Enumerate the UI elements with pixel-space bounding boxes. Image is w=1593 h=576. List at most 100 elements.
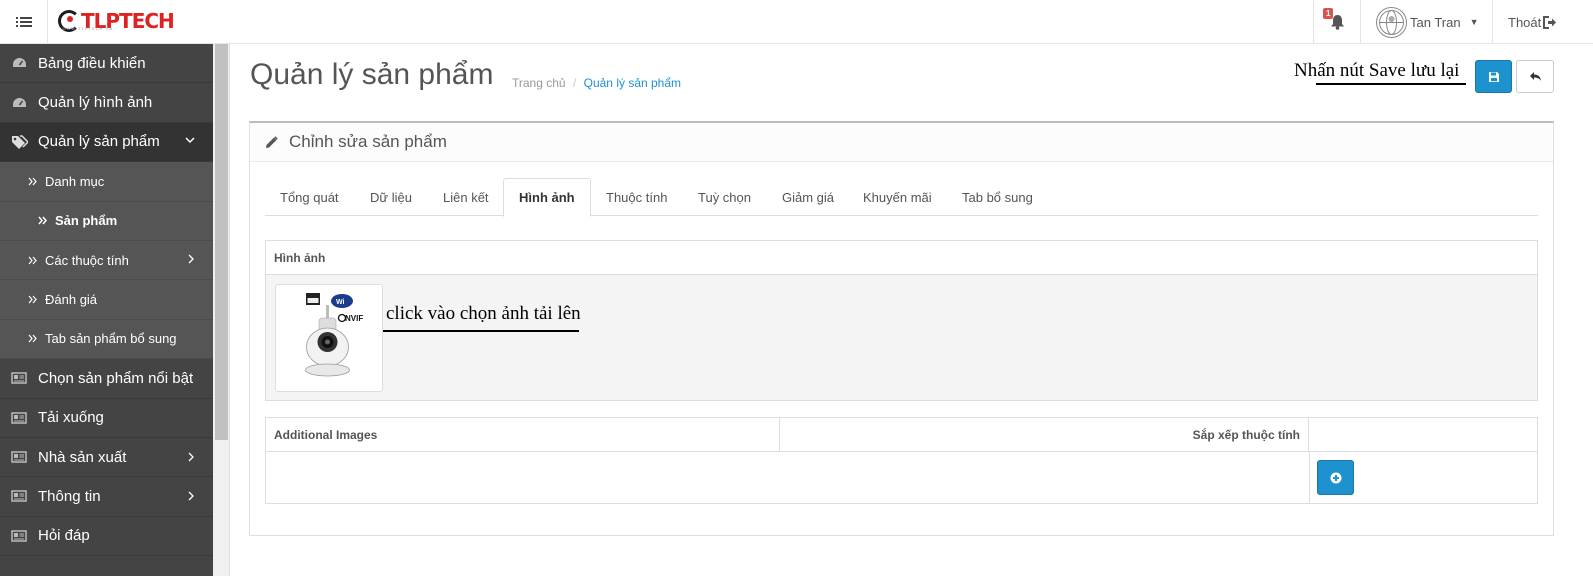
newspaper-icon xyxy=(11,451,27,463)
svg-text:Wi: Wi xyxy=(336,299,345,306)
menu-toggle-button[interactable] xyxy=(0,0,48,44)
notification-badge: 1 xyxy=(1323,8,1334,19)
sidebar-subitem-label: Tab sản phẩm bổ sung xyxy=(45,331,177,347)
image-table: Hình ảnh Wi NVIF click vào chọn ảnh tải … xyxy=(265,240,1538,401)
sidebar-subitem-label: Đánh giá xyxy=(45,292,98,308)
logo-subtext: WWW.TLPTECH.VN xyxy=(62,26,114,31)
sidebar-item-featured[interactable]: Chọn sản phẩm nổi bật xyxy=(0,359,213,399)
breadcrumb-current[interactable]: Quản lý sản phẩm xyxy=(584,76,681,90)
edit-product-panel: Chỉnh sửa sản phẩm Tổng quát Dữ liệu Liê… xyxy=(249,121,1554,536)
sidebar-item-label: Thông tin xyxy=(38,487,101,505)
page-title: Quản lý sản phẩm xyxy=(250,58,494,91)
sidebar-item-label: Quản lý sản phẩm xyxy=(38,133,160,151)
user-menu[interactable]: Tan Tran ▼ xyxy=(1360,0,1492,44)
tab-attributes[interactable]: Thuộc tính xyxy=(591,178,682,216)
logo[interactable]: TLPTECH xyxy=(58,6,175,36)
sidebar-subitem-label: Các thuộc tính xyxy=(45,252,129,268)
annotation-click-hint: click vào chọn ảnh tải lên xyxy=(386,303,581,324)
sidebar-item-images[interactable]: Quản lý hình ảnh xyxy=(0,83,213,123)
plus-circle-icon xyxy=(1330,472,1341,483)
sidebar-item-manufacturers[interactable]: Nhà sản xuất xyxy=(0,438,213,478)
chevron-right-icon xyxy=(188,452,194,462)
tab-options[interactable]: Tuỳ chọn xyxy=(683,178,766,216)
sidebar-subitem-attributes[interactable]: Các thuộc tính xyxy=(0,240,213,281)
svg-text:NVIF: NVIF xyxy=(345,314,363,323)
annotation-underline xyxy=(383,330,579,332)
double-chevron-right-icon xyxy=(28,256,37,265)
logout-button[interactable]: Thoát xyxy=(1492,0,1593,44)
sidebar-scrollbar[interactable] xyxy=(213,44,230,576)
sidebar-item-downloads[interactable]: Tải xuống xyxy=(0,399,213,438)
tab-links[interactable]: Liên kết xyxy=(428,178,504,216)
sidebar-subitem-reviews[interactable]: Đánh giá xyxy=(0,280,213,320)
sidebar-item-products[interactable]: Quản lý sản phẩm xyxy=(0,122,213,163)
column-divider xyxy=(1309,452,1310,504)
scrollbar-thumb[interactable] xyxy=(215,44,228,440)
back-button[interactable] xyxy=(1516,60,1554,93)
sidebar-item-faq[interactable]: Hỏi đáp xyxy=(0,517,213,557)
sidebar-subitem-extra-tabs[interactable]: Tab sản phẩm bổ sung xyxy=(0,319,213,360)
additional-images-table: Additional Images Sắp xếp thuộc tính xyxy=(265,417,1538,504)
sidebar-item-dashboard[interactable]: Bảng điều khiển xyxy=(0,44,213,84)
additional-images-header-row: Additional Images Sắp xếp thuộc tính xyxy=(266,418,1537,452)
save-button[interactable] xyxy=(1475,60,1512,93)
newspaper-icon xyxy=(11,411,27,424)
chevron-right-icon xyxy=(188,254,194,264)
sidebar-subitem-label: Danh mục xyxy=(45,173,105,189)
additional-images-body xyxy=(266,452,1537,504)
add-image-button[interactable] xyxy=(1317,460,1354,495)
sort-order-header: Sắp xếp thuộc tính xyxy=(780,418,1309,452)
chevron-right-icon xyxy=(188,491,194,501)
newspaper-icon xyxy=(11,490,27,503)
breadcrumb-separator: / xyxy=(572,76,577,90)
tab-discount[interactable]: Giảm giá xyxy=(767,178,849,216)
double-chevron-right-icon xyxy=(28,335,37,343)
sidebar-subitem-label: Sản phẩm xyxy=(55,213,118,229)
tab-data[interactable]: Dữ liệu xyxy=(355,178,427,216)
top-header: TLPTECH WWW.TLPTECH.VN 1 Tan Tran ▼ Thoá… xyxy=(0,0,1593,44)
sidebar-subitem-products[interactable]: Sản phẩm xyxy=(0,201,213,241)
reply-icon xyxy=(1529,72,1541,81)
annotation-underline xyxy=(1316,83,1466,85)
logout-label: Thoát xyxy=(1508,14,1542,30)
tab-image[interactable]: Hình ảnh xyxy=(503,178,591,217)
dashboard-icon xyxy=(12,58,26,68)
breadcrumb: Trang chủ / Quản lý sản phẩm xyxy=(512,76,681,90)
sign-out-icon xyxy=(1543,15,1557,29)
double-chevron-right-icon xyxy=(28,295,37,304)
notification-button[interactable]: 1 xyxy=(1313,0,1360,44)
sidebar-item-label: Hỏi đáp xyxy=(38,527,90,545)
sidebar-item-label: Chọn sản phẩm nổi bật xyxy=(38,369,194,387)
sidebar-item-label: Nhà sản xuất xyxy=(38,448,127,466)
sidebar-item-label: Bảng điều khiển xyxy=(38,54,146,72)
sidebar-item-information[interactable]: Thông tin xyxy=(0,477,213,517)
hamburger-icon xyxy=(15,17,32,27)
additional-images-header: Additional Images xyxy=(266,418,780,452)
sidebar-subitem-categories[interactable]: Danh mục xyxy=(0,162,213,202)
tags-icon xyxy=(11,135,28,149)
sidebar-item-label: Quản lý hình ảnh xyxy=(38,94,153,112)
ip-camera-image: Wi NVIF xyxy=(305,293,363,377)
tab-bar: Tổng quát Dữ liệu Liên kết Hình ảnh Thuộ… xyxy=(265,178,1538,217)
double-chevron-right-icon xyxy=(28,177,37,186)
newspaper-icon xyxy=(11,372,27,385)
panel-title: Chỉnh sửa sản phẩm xyxy=(289,132,447,151)
caret-down-icon: ▼ xyxy=(1469,17,1479,27)
image-table-header: Hình ảnh xyxy=(266,241,1537,275)
double-chevron-right-icon xyxy=(38,216,47,225)
avatar xyxy=(1376,6,1407,38)
globe-icon xyxy=(1379,9,1404,35)
image-table-body: Wi NVIF click vào chọn ảnh tải lên xyxy=(266,275,1537,400)
sidebar: Bảng điều khiển Quản lý hình ảnh Quản lý… xyxy=(0,44,213,576)
tab-special[interactable]: Khuyến mãi xyxy=(848,178,947,216)
user-name: Tan Tran xyxy=(1410,14,1461,30)
newspaper-icon xyxy=(11,530,27,542)
product-image-thumbnail[interactable]: Wi NVIF xyxy=(275,284,383,392)
panel-heading: Chỉnh sửa sản phẩm xyxy=(250,123,1553,162)
sidebar-item-label: Tải xuống xyxy=(38,409,104,427)
tab-extra[interactable]: Tab bổ sung xyxy=(947,178,1048,216)
breadcrumb-home[interactable]: Trang chủ xyxy=(512,76,566,90)
pencil-icon xyxy=(266,135,278,148)
floppy-disk-icon xyxy=(1488,71,1499,82)
tab-general[interactable]: Tổng quát xyxy=(265,178,354,216)
